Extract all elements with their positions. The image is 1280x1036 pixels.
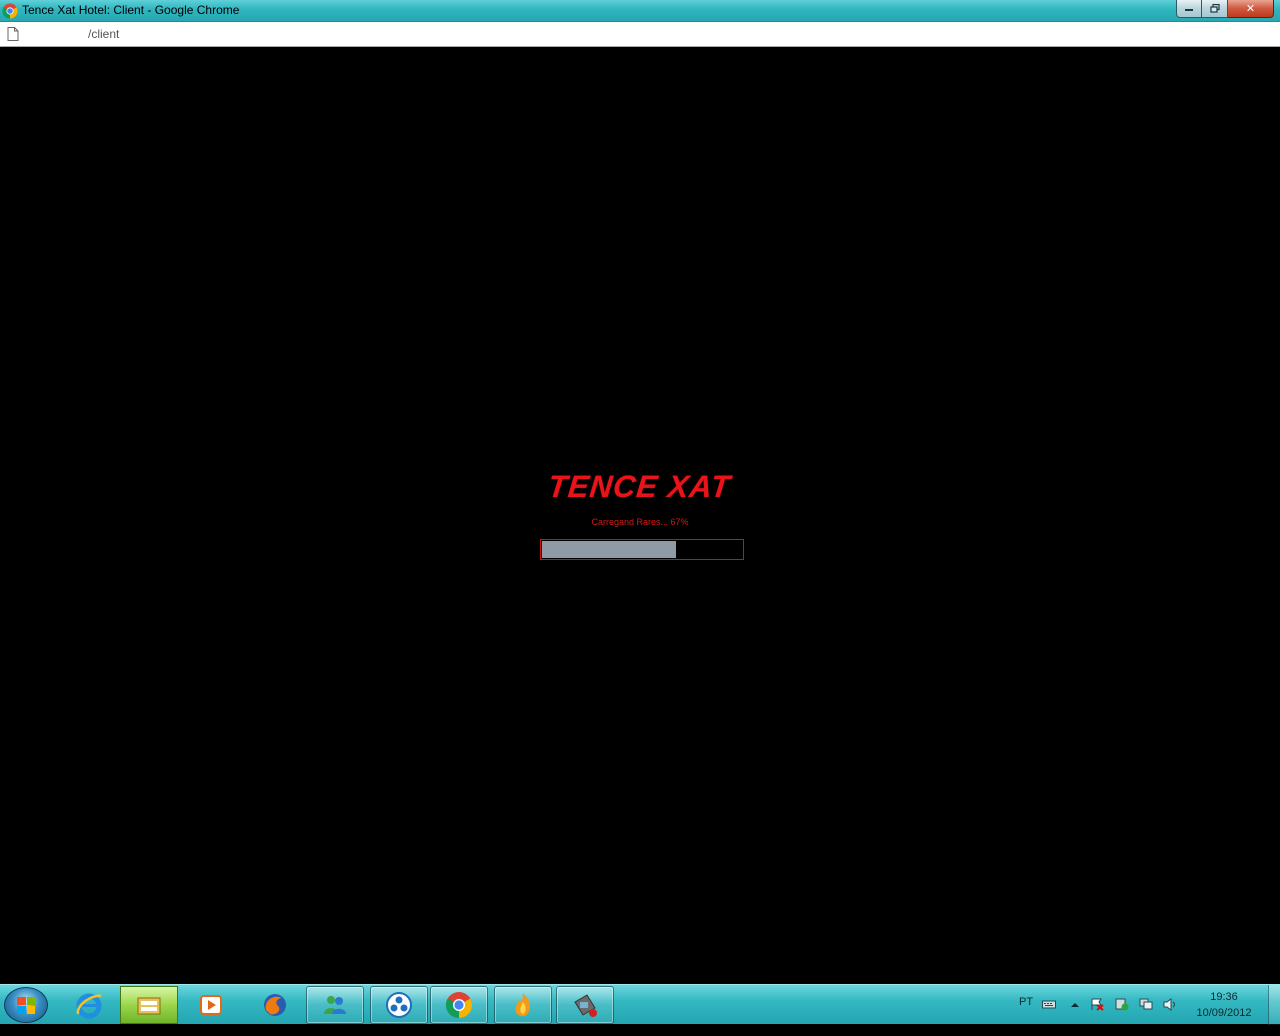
taskbar-item-internet-explorer[interactable] [60,986,118,1024]
taskbar-item-windows-explorer[interactable] [120,986,178,1024]
taskbar-item-app-blue[interactable] [370,986,428,1024]
taskbar-item-messenger[interactable] [306,986,364,1024]
taskbar-item-firefox[interactable] [246,986,304,1024]
taskbar-item-media-player[interactable] [182,986,240,1024]
progress-fill [542,541,676,558]
taskbar-item-flame-app[interactable] [494,986,552,1024]
circles-icon [386,992,412,1018]
taskbar: PT 19:36 10/09/2012 [0,984,1280,1025]
keyboard-icon[interactable] [1042,998,1056,1011]
ie-icon [76,993,102,1019]
page-icon [7,27,19,41]
clock-date: 10/09/2012 [1196,1007,1252,1019]
loading-progress-bar [540,539,744,560]
chrome-icon [2,3,18,19]
firefox-icon [264,994,286,1016]
network-icon[interactable] [1139,998,1153,1011]
title-bar: Tence Xat Hotel: Client - Google Chrome … [0,0,1280,22]
window-title: Tence Xat Hotel: Client - Google Chrome [22,3,240,17]
start-button[interactable] [4,987,48,1023]
system-clock[interactable]: 19:36 10/09/2012 [1188,990,1260,1020]
restore-button[interactable] [1202,0,1228,18]
close-icon: ✕ [1245,2,1256,15]
address-bar[interactable]: /client [0,22,1280,47]
folder-icon [137,997,161,1015]
messenger-icon [324,996,346,1014]
url-text[interactable]: /client [88,27,119,41]
taskbar-item-utility[interactable] [556,986,614,1024]
chrome-icon [445,992,473,1019]
clock-time: 19:36 [1210,991,1238,1003]
restore-icon [1209,4,1220,13]
tence-xat-logo: TENCE XAT [546,469,733,504]
windows-start-icon [17,997,35,1014]
minimize-button[interactable] [1176,0,1202,18]
minimize-icon [1185,8,1193,11]
device-icon[interactable] [1115,998,1129,1011]
client-viewport: TENCE XAT Carregand Rares... 67% [0,47,1280,984]
close-button[interactable]: ✕ [1228,0,1274,18]
loading-status-text: Carregand Rares... 67% [591,517,689,527]
show-hidden-icons-icon[interactable] [1068,998,1082,1011]
flame-icon [515,993,531,1017]
show-desktop-button[interactable] [1268,985,1280,1025]
action-center-icon[interactable] [1090,998,1104,1011]
volume-icon[interactable] [1163,998,1177,1011]
tool-icon [574,994,597,1017]
taskbar-item-google-chrome[interactable] [430,986,488,1024]
window-controls: ✕ [1176,0,1274,18]
media-player-icon [200,995,222,1015]
